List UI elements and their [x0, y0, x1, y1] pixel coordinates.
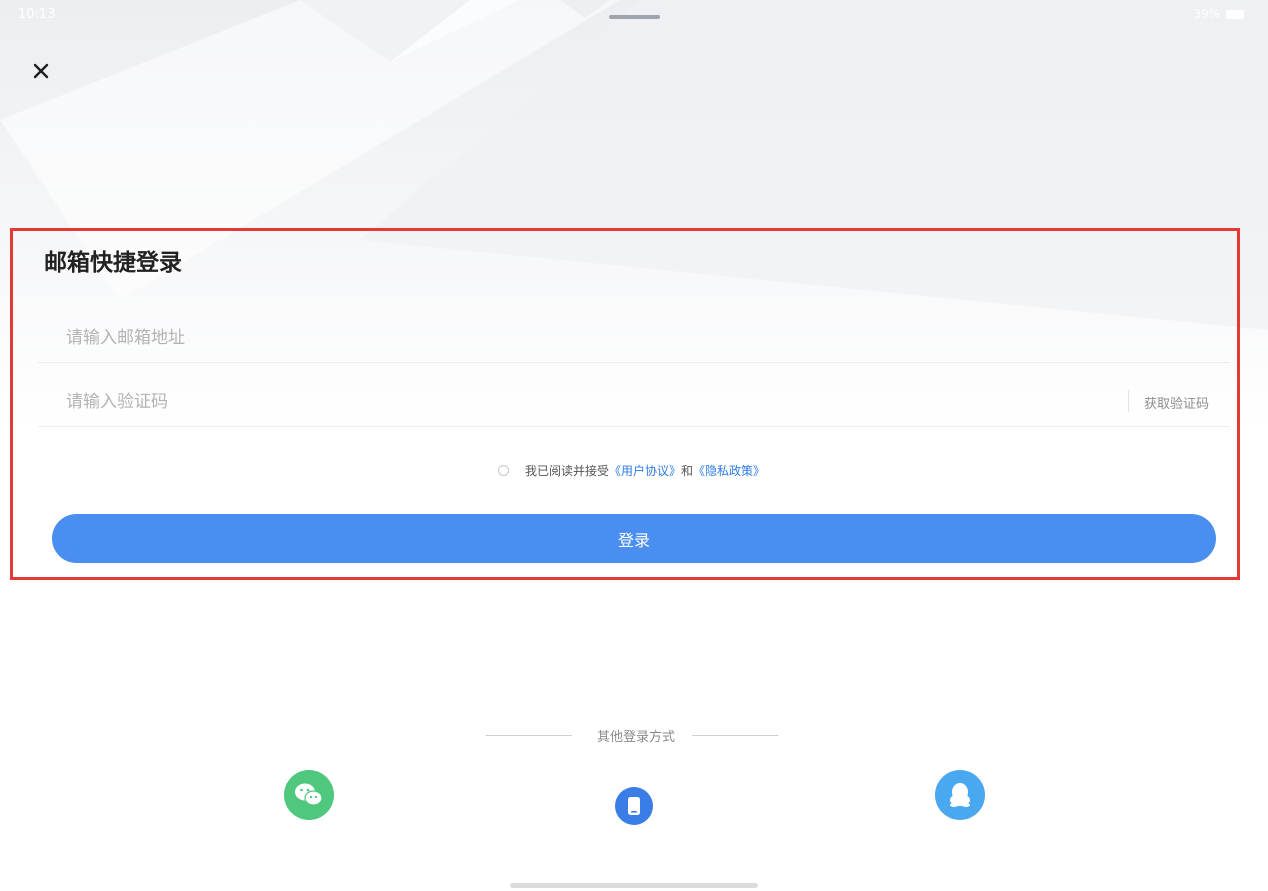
wechat-icon — [295, 783, 323, 806]
page-title: 邮箱快捷登录 — [44, 250, 182, 276]
top-drag-handle[interactable] — [609, 15, 660, 19]
phone-icon — [628, 797, 640, 815]
email-row — [38, 312, 1230, 363]
divider-left — [486, 735, 572, 736]
status-time: 10:13 — [18, 7, 56, 22]
phone-login-button[interactable] — [615, 787, 653, 825]
code-divider — [1128, 390, 1129, 412]
privacy-policy-link[interactable]: 《隐私政策》 — [693, 462, 765, 479]
other-login-header: 其他登录方式 — [486, 726, 782, 746]
home-indicator[interactable] — [510, 883, 758, 888]
user-agreement-link[interactable]: 《用户协议》 — [609, 462, 681, 479]
verification-code-input[interactable] — [64, 384, 1118, 420]
get-code-button[interactable]: 获取验证码 — [1144, 393, 1209, 412]
qq-icon — [950, 783, 970, 807]
agreement-connector: 和 — [681, 464, 694, 478]
battery-icon — [1226, 9, 1244, 19]
agreement-row: 我已阅读并接受 《用户协议》 和 《隐私政策》 — [498, 462, 765, 479]
email-input[interactable] — [64, 320, 1118, 356]
status-bar: 10:13 39% — [0, 0, 1268, 30]
login-button[interactable]: 登录 — [52, 514, 1216, 563]
agreement-radio[interactable] — [498, 465, 509, 476]
code-row: 获取验证码 — [38, 376, 1230, 427]
other-login-label: 其他登录方式 — [596, 730, 675, 745]
wechat-login-button[interactable] — [284, 770, 334, 820]
agreement-prefix: 我已阅读并接受 — [525, 464, 610, 478]
battery-percent: 39% — [1193, 7, 1220, 21]
qq-login-button[interactable] — [935, 770, 985, 820]
close-button[interactable] — [28, 58, 54, 84]
status-icons: 39% — [1193, 7, 1244, 21]
close-icon — [33, 63, 49, 79]
divider-right — [692, 735, 778, 736]
